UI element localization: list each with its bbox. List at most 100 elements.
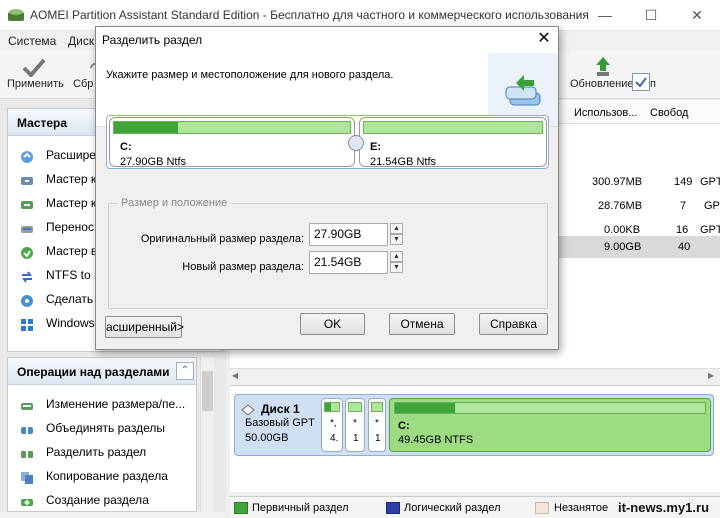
legend-unallocated: Незанятое xyxy=(554,502,609,514)
partition-size: 1 xyxy=(375,433,381,444)
scroll-thumb[interactable] xyxy=(202,371,213,411)
operations-list: Изменение размера/пе... Объединять разде… xyxy=(8,392,196,512)
op-item-create[interactable]: Создание раздела xyxy=(8,488,196,512)
dialog-close-icon[interactable]: ✕ xyxy=(532,28,556,50)
discard-button[interactable]: Сбр xyxy=(73,78,93,90)
partition-label: *, xyxy=(330,418,337,429)
new-size-stepper[interactable]: ▲ ▼ xyxy=(390,251,403,274)
partition-e-letter: E: xyxy=(370,141,381,153)
operations-scrollbar[interactable] xyxy=(200,357,214,512)
partition-info: 49.45GB NTFS xyxy=(398,434,474,446)
cell-free: 149 xyxy=(674,176,693,188)
wizard-copy-disk-icon xyxy=(20,172,34,186)
copy-icon xyxy=(20,469,34,484)
operations-panel: Операции над разделами ⌃ Изменение разме… xyxy=(7,357,197,512)
op-item-copy[interactable]: Копирование раздела xyxy=(8,464,196,488)
stepper-down-icon[interactable]: ▼ xyxy=(390,262,403,273)
original-size-field[interactable]: 27.90GB xyxy=(309,223,388,246)
toolbar-checkbox[interactable] xyxy=(632,73,650,91)
legend-logical: Логический раздел xyxy=(404,502,501,514)
minimize-button[interactable]: — xyxy=(582,0,628,30)
partition-e-preview[interactable]: E: 21.54GB Ntfs xyxy=(359,117,547,168)
logical-swatch xyxy=(386,502,400,514)
col-free[interactable]: Свобод xyxy=(650,107,688,119)
group-title: Размер и положение xyxy=(118,197,231,209)
partition-usage-bar xyxy=(394,402,706,414)
partition-c-preview[interactable]: C: 27.90GB Ntfs xyxy=(109,117,355,168)
merge-icon xyxy=(20,421,34,435)
help-button[interactable]: Справка xyxy=(479,313,548,335)
window-title: AOMEI Partition Assistant Standard Editi… xyxy=(30,8,589,22)
menu-system[interactable]: Система xyxy=(8,34,56,48)
original-size-stepper[interactable]: ▲ ▼ xyxy=(390,223,403,246)
close-window-button[interactable]: ✕ xyxy=(674,0,720,30)
small-partition[interactable]: * 1 xyxy=(345,398,365,452)
partition-e-usage-bar xyxy=(363,121,543,134)
op-item-resize[interactable]: Изменение размера/пе... xyxy=(8,392,196,416)
scroll-left-icon[interactable]: ◀ xyxy=(232,371,238,380)
resize-icon xyxy=(20,397,34,411)
partition-usage-bar xyxy=(324,402,340,412)
watermark: it-news.my1.ru xyxy=(618,500,710,515)
apply-button[interactable]: Применить xyxy=(7,78,64,90)
disk-size: 50.00GB xyxy=(245,432,289,444)
unallocated-swatch xyxy=(535,502,549,514)
partition-e-info: 21.54GB Ntfs xyxy=(370,156,437,168)
cell-free: 7 xyxy=(680,200,687,212)
small-partition[interactable]: * 1 xyxy=(368,398,386,452)
refresh-label-suffix: п xyxy=(650,78,656,90)
disk-type: Базовый GPT xyxy=(245,417,315,429)
ok-button[interactable]: OK xyxy=(300,313,365,335)
stepper-up-icon[interactable]: ▲ xyxy=(390,223,403,234)
operations-panel-title: Операции над разделами xyxy=(8,358,196,385)
primary-swatch xyxy=(234,502,248,514)
legend-primary: Первичный раздел xyxy=(252,502,349,514)
advanced-button[interactable]: асширенный> xyxy=(105,316,184,338)
wizard-copy-partition-icon xyxy=(20,196,34,210)
cell-used: 9.00GB xyxy=(604,241,642,253)
partition-usage-bar xyxy=(348,402,362,412)
collapse-chevron-icon[interactable]: ⌃ xyxy=(176,362,194,380)
cell-free: 16 xyxy=(676,224,689,236)
apply-check-icon xyxy=(22,57,46,78)
partition-label: * xyxy=(353,418,357,429)
col-used[interactable]: Использов... xyxy=(574,107,637,119)
menu-disk[interactable]: Диск xyxy=(68,34,94,48)
scroll-right-icon[interactable]: ▶ xyxy=(708,371,714,380)
partition-size: 4. xyxy=(330,433,339,444)
partition-preview: C: 27.90GB Ntfs E: 21.54GB Ntfs xyxy=(106,115,549,169)
disk-map-area: Диск 1 Базовый GPT 50.00GB *, 4. * 1 * 1… xyxy=(230,385,720,492)
op-item-split[interactable]: Разделить раздел xyxy=(8,440,196,464)
wizard-ntfs-fat-icon xyxy=(20,268,34,283)
split-drag-handle[interactable] xyxy=(348,135,364,151)
op-item-label: Объединять разделы xyxy=(46,421,165,435)
legend-bar: Первичный раздел Логический раздел Незан… xyxy=(230,496,720,518)
small-partition[interactable]: *, 4. xyxy=(321,398,343,452)
split-icon xyxy=(20,445,34,459)
stepper-down-icon[interactable]: ▼ xyxy=(390,234,403,245)
wizard-item-label: Сделать з xyxy=(46,292,102,306)
partition-letter: C: xyxy=(398,420,410,432)
wizard-migrate-icon xyxy=(20,220,34,234)
stepper-up-icon[interactable]: ▲ xyxy=(390,251,403,262)
partition-usage-bar xyxy=(371,402,383,412)
partition-label: * xyxy=(375,418,379,429)
new-size-field[interactable]: 21.54GB xyxy=(309,251,388,274)
partition-c-letter: C: xyxy=(120,141,132,153)
table-hscrollbar[interactable]: ◀ ▶ xyxy=(230,368,720,382)
op-item-label: Копирование раздела xyxy=(46,469,168,483)
op-item-merge[interactable]: Объединять разделы xyxy=(8,416,196,440)
refresh-arrow-icon xyxy=(592,55,614,77)
refresh-button[interactable]: Обновление xyxy=(570,78,634,90)
cell-type: GPT xyxy=(700,224,720,236)
split-partition-dialog: Разделить раздел ✕ Укажите размер и мест… xyxy=(95,26,559,350)
main-partition-c[interactable]: C: 49.45GB NTFS xyxy=(389,398,711,452)
disk-1-card[interactable]: Диск 1 Базовый GPT 50.00GB *, 4. * 1 * 1… xyxy=(234,394,714,456)
maximize-button[interactable]: ☐ xyxy=(628,0,674,30)
dialog-title: Разделить раздел xyxy=(102,33,203,47)
disk-icon xyxy=(241,404,255,416)
wizard-bootable-icon xyxy=(20,292,34,307)
disk-name: Диск 1 xyxy=(261,402,300,416)
cancel-button[interactable]: Отмена xyxy=(389,313,455,335)
cell-type: GPT xyxy=(700,176,720,188)
